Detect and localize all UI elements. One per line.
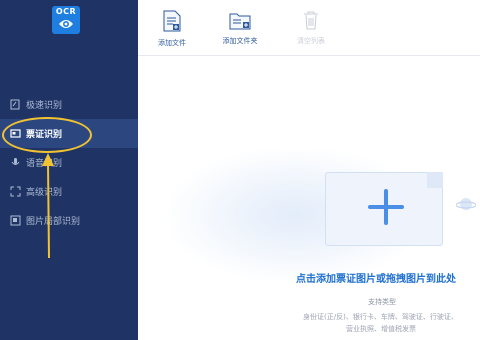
partial-image-recognize-icon: [10, 215, 21, 226]
trash-icon: [304, 11, 318, 30]
annotation-highlight-ellipse: [2, 117, 92, 153]
sidebar-nav: 极速识别 票证识别 语音识别 高级识别 图片局部识别: [0, 90, 138, 235]
sidebar-item-partial-image[interactable]: 图片局部识别: [0, 206, 138, 235]
sidebar-item-advanced[interactable]: 高级识别: [0, 177, 138, 206]
sidebar-item-speed[interactable]: 极速识别: [0, 90, 138, 119]
advanced-recognize-icon: [10, 186, 21, 197]
toolbar: 添加文件 添加文件夹 清空列表: [138, 0, 480, 56]
sidebar-item-label: 极速识别: [26, 101, 63, 111]
voice-recognize-icon: [10, 157, 21, 168]
sidebar-item-voice[interactable]: 语音识别: [0, 148, 138, 177]
eye-icon: [59, 20, 73, 28]
drop-zone-title[interactable]: 点击添加票证图片或拖拽图片到此处: [296, 270, 480, 285]
add-folder-label: 添加文件夹: [222, 37, 258, 45]
add-file-icon: [163, 10, 181, 32]
app-logo: OCR: [52, 6, 80, 34]
planet-decoration-icon: [456, 198, 476, 210]
logo-text: OCR: [55, 7, 77, 16]
speed-recognize-icon: [10, 99, 21, 110]
plus-icon: [368, 189, 404, 225]
clear-list-button[interactable]: 清空列表: [281, 10, 341, 46]
sidebar: OCR 极速识别 票证识别 语音识别: [0, 0, 138, 340]
support-types-line-1: 身份证(正/反)、银行卡、车牌、驾驶证、行驶证、: [303, 313, 458, 321]
drop-card-corner: [427, 172, 443, 188]
add-file-button[interactable]: 添加文件: [142, 10, 202, 48]
support-types-label: 支持类型: [368, 298, 396, 306]
clear-list-label: 清空列表: [297, 37, 325, 45]
support-types-line-2: 营业执照、增值税发票: [346, 325, 416, 333]
add-file-label: 添加文件: [158, 39, 186, 47]
annotation-arrow-icon: [42, 153, 54, 259]
add-folder-button[interactable]: 添加文件夹: [210, 10, 270, 46]
add-folder-icon: [229, 13, 251, 30]
